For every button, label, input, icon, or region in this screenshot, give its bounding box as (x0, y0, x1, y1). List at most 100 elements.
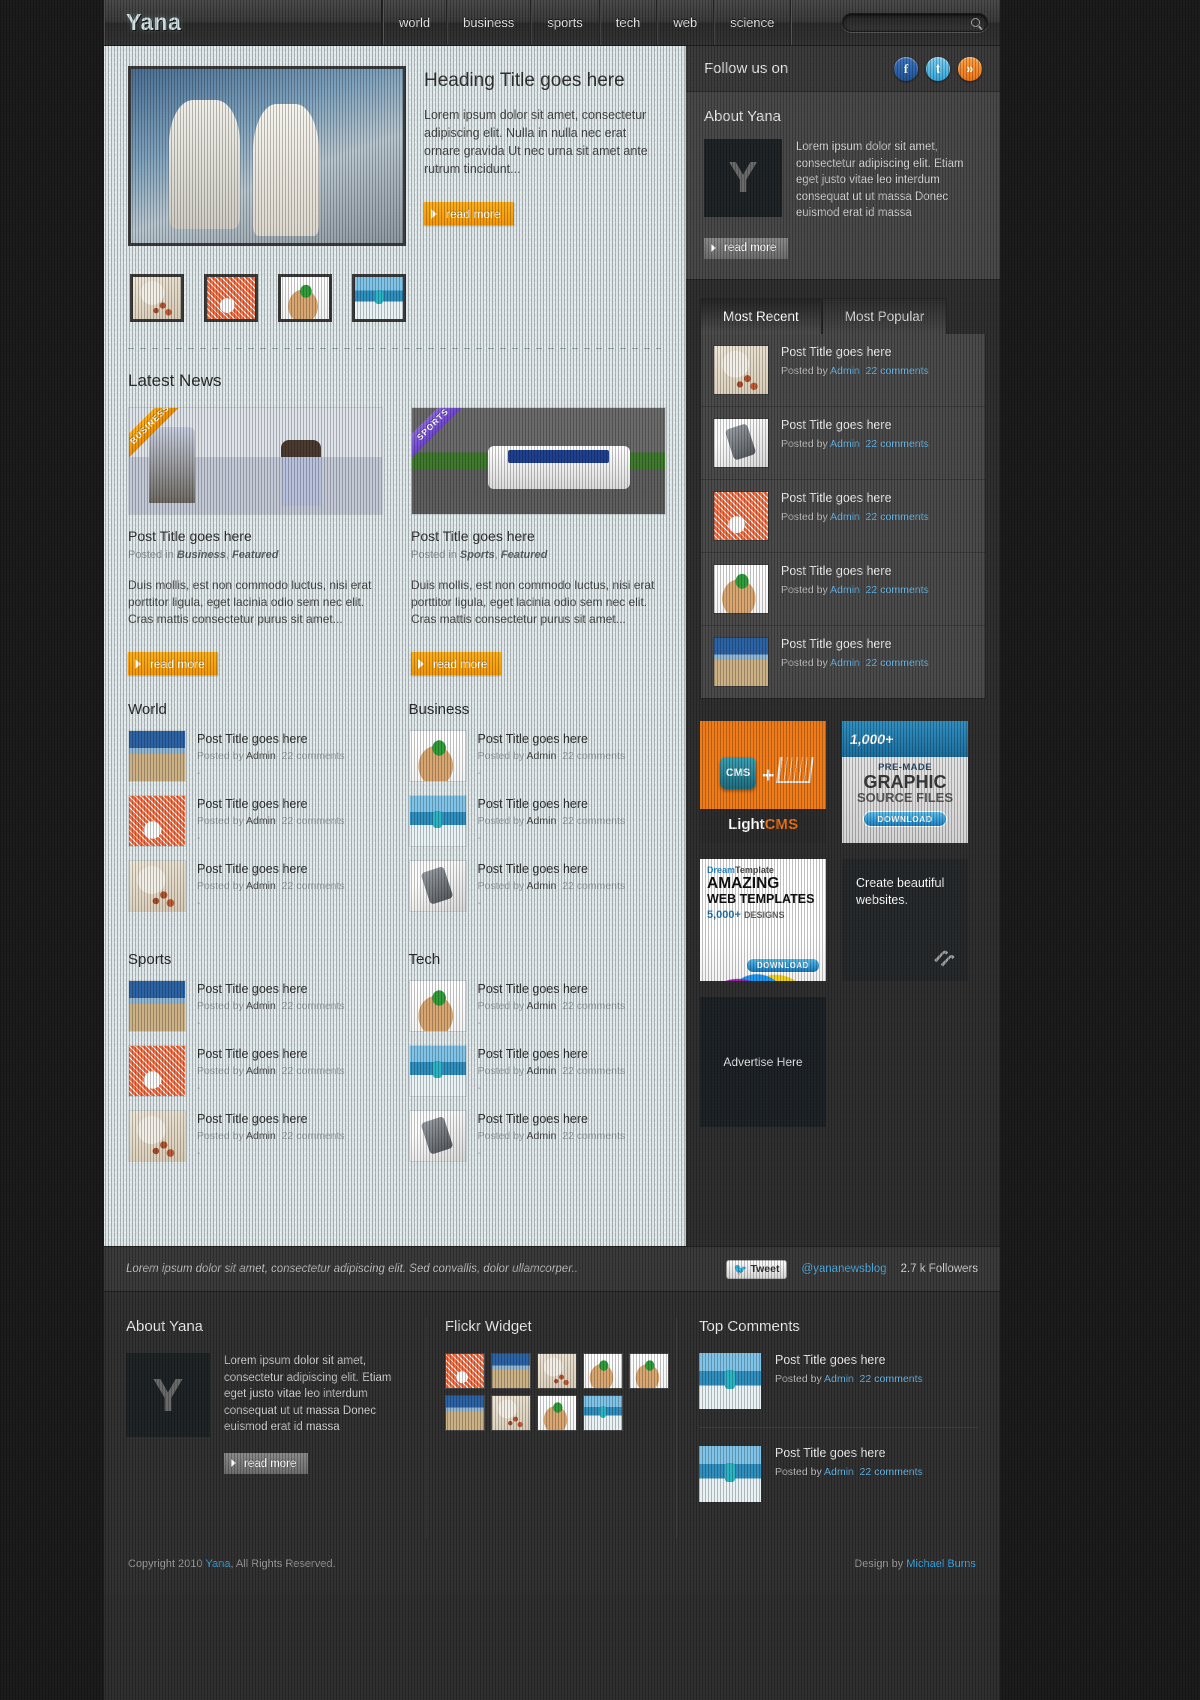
flickr-thumb-6[interactable] (445, 1395, 485, 1431)
top-comment-author-link[interactable]: Admin (824, 1466, 854, 1478)
featured-thumb-3[interactable] (278, 274, 332, 322)
ad-graphic-source-files[interactable]: 1,000+ PRE-MADE GRAPHIC SOURCE FILES DOW… (842, 720, 968, 843)
row-title[interactable]: Post Title goes here (781, 637, 929, 651)
row-thumb[interactable] (713, 417, 769, 468)
list-item-thumb[interactable] (128, 1045, 186, 1097)
list-item-thumb[interactable] (408, 980, 467, 1032)
featured-read-more-button[interactable]: read more (424, 202, 514, 225)
top-comment-author-link[interactable]: Admin (824, 1373, 854, 1385)
row-title[interactable]: Post Title goes here (781, 418, 929, 432)
list-item-title[interactable]: Post Title goes here (478, 1112, 626, 1126)
twitter-icon[interactable]: t (926, 56, 950, 81)
list-item-thumb[interactable] (128, 730, 186, 782)
nav-item-tech[interactable]: tech (598, 0, 657, 45)
twitter-handle-link[interactable]: @yananewsblog (801, 1263, 886, 1275)
top-comment-thumb[interactable] (699, 1446, 761, 1502)
news-post-title[interactable]: Post Title goes here (411, 528, 666, 544)
site-logo[interactable]: Yana (104, 0, 382, 45)
list-item-thumb[interactable] (408, 860, 467, 912)
flickr-thumb-8[interactable] (537, 1395, 577, 1431)
top-comment-comments-link[interactable]: 22 comments (860, 1466, 923, 1478)
ad-squarespace[interactable]: Create beautiful websites. (842, 858, 968, 981)
featured-thumb-1[interactable] (130, 274, 184, 322)
featured-thumb-2[interactable] (204, 274, 258, 322)
row-title[interactable]: Post Title goes here (781, 491, 929, 505)
list-item-title[interactable]: Post Title goes here (478, 732, 626, 746)
list-item-title[interactable]: Post Title goes here (197, 1047, 345, 1061)
flickr-thumb-2[interactable] (491, 1353, 531, 1389)
facebook-icon[interactable]: f (894, 56, 918, 81)
list-item-title[interactable]: Post Title goes here (197, 732, 345, 746)
list-item-title[interactable]: Post Title goes here (478, 797, 626, 811)
row-comments-link[interactable]: 22 comments (866, 584, 929, 596)
list-item-thumb[interactable] (128, 795, 186, 847)
row-comments-link[interactable]: 22 comments (866, 438, 929, 450)
list-item-thumb[interactable] (408, 730, 467, 782)
news-post-read-more-button[interactable]: read more (411, 652, 501, 675)
list-item-title[interactable]: Post Title goes here (478, 982, 626, 996)
list-item-title[interactable]: Post Title goes here (478, 1047, 626, 1061)
row-title[interactable]: Post Title goes here (781, 345, 929, 359)
row-title[interactable]: Post Title goes here (781, 564, 929, 578)
ad-dreamtemplate[interactable]: DreamTemplate AMAZING WEB TEMPLATES 5,00… (700, 858, 826, 981)
featured-thumb-4[interactable] (352, 274, 406, 322)
tab-most-recent[interactable]: Most Recent (700, 297, 822, 334)
row-comments-link[interactable]: 22 comments (866, 365, 929, 377)
list-item-title[interactable]: Post Title goes here (197, 1112, 345, 1126)
flickr-thumb-9[interactable] (583, 1395, 623, 1431)
flickr-thumb-7[interactable] (491, 1395, 531, 1431)
news-post-image[interactable]: BUSINESS (128, 407, 383, 515)
search-box[interactable] (842, 13, 988, 33)
row-author-link[interactable]: Admin (830, 584, 860, 596)
ad-lightcms[interactable]: CMS + LightCMS (700, 720, 826, 843)
row-author-link[interactable]: Admin (830, 511, 860, 523)
sidebar-about-read-more-button[interactable]: read more (704, 237, 789, 259)
tab-most-popular[interactable]: Most Popular (821, 297, 948, 334)
ad-advertise-here[interactable]: Advertise Here (700, 996, 826, 1127)
nav-item-web[interactable]: web (656, 0, 713, 45)
list-item-title[interactable]: Post Title goes here (197, 797, 345, 811)
news-post-title[interactable]: Post Title goes here (128, 528, 383, 544)
row-author-link[interactable]: Admin (830, 657, 860, 669)
list-item-title[interactable]: Post Title goes here (478, 862, 626, 876)
nav-item-world[interactable]: world (382, 0, 446, 45)
featured-image[interactable] (128, 66, 406, 246)
list-item-title[interactable]: Post Title goes here (197, 982, 345, 996)
flickr-thumb-3[interactable] (537, 1353, 577, 1389)
rss-icon[interactable]: » (958, 56, 982, 81)
row-thumb[interactable] (713, 490, 769, 541)
row-comments-link[interactable]: 22 comments (866, 511, 929, 523)
list-item-thumb[interactable] (408, 1110, 467, 1162)
top-comment-title[interactable]: Post Title goes here (775, 1446, 923, 1460)
designer-link[interactable]: Michael Burns (906, 1558, 976, 1570)
row-author-link[interactable]: Admin (830, 438, 860, 450)
list-item-title[interactable]: Post Title goes here (197, 862, 345, 876)
nav-item-science[interactable]: science (713, 0, 790, 45)
copyright-site-link[interactable]: Yana (205, 1558, 230, 1570)
news-post-image[interactable]: SPORTS (411, 407, 666, 515)
nav-item-sports[interactable]: sports (530, 0, 598, 45)
search-input[interactable] (843, 15, 961, 33)
footer-about-read-more-button[interactable]: read more (224, 1453, 309, 1474)
row-comments-link[interactable]: 22 comments (866, 657, 929, 669)
flickr-thumb-4[interactable] (583, 1353, 623, 1389)
graphic-ad-download-button[interactable]: DOWNLOAD (863, 810, 947, 827)
row-thumb[interactable] (713, 636, 769, 687)
list-item-thumb[interactable] (408, 1045, 467, 1097)
news-post-read-more-button[interactable]: read more (128, 652, 218, 675)
flickr-thumb-1[interactable] (445, 1353, 485, 1389)
row-thumb[interactable] (713, 563, 769, 614)
tweet-button[interactable]: 🐦 Tweet (725, 1259, 788, 1279)
flickr-thumb-5[interactable] (629, 1353, 669, 1389)
list-item-thumb[interactable] (128, 860, 186, 912)
row-thumb[interactable] (713, 344, 769, 395)
top-comment-comments-link[interactable]: 22 comments (860, 1373, 923, 1385)
top-comment-title[interactable]: Post Title goes here (775, 1353, 923, 1367)
list-item-thumb[interactable] (128, 980, 186, 1032)
nav-item-business[interactable]: business (446, 0, 530, 45)
list-item-thumb[interactable] (128, 1110, 186, 1162)
top-comment-thumb[interactable] (699, 1353, 761, 1409)
row-author-link[interactable]: Admin (830, 365, 860, 377)
dream-download-button[interactable]: DOWNLOAD (746, 957, 820, 973)
list-item-thumb[interactable] (408, 795, 467, 847)
